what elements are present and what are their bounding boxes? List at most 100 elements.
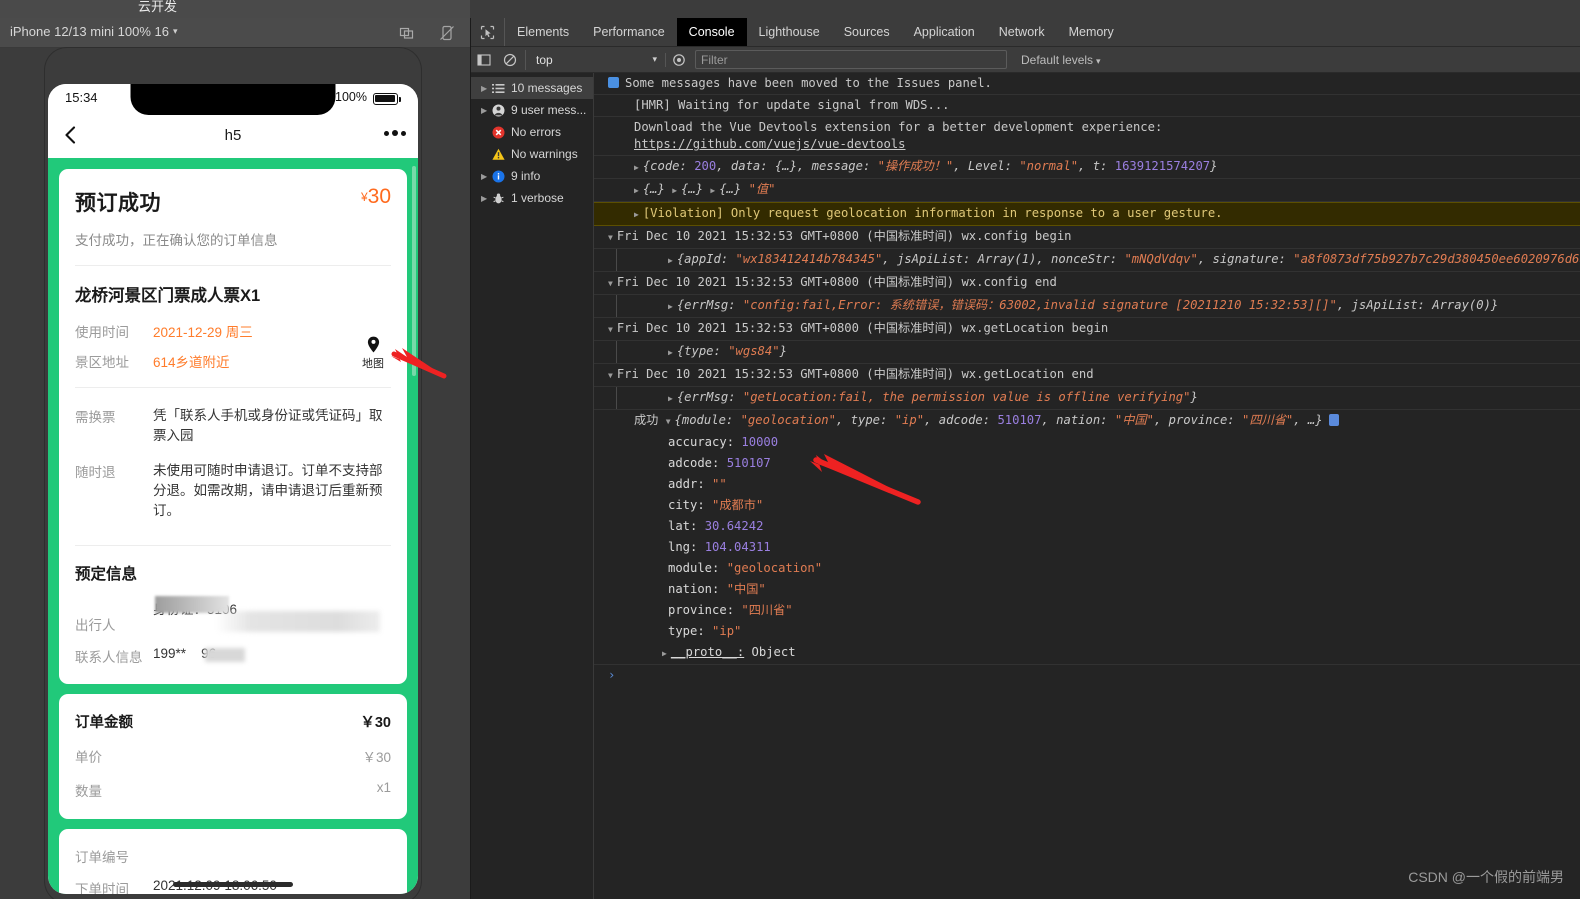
tab-network[interactable]: Network <box>987 18 1057 46</box>
more-menu-icon[interactable] <box>384 130 406 136</box>
console-line-getlocation-error[interactable]: ▶ {errMsg: "getLocation:fail, the permiss… <box>594 387 1580 410</box>
object-info-badge[interactable] <box>1328 414 1339 426</box>
console-toolbar: top ▾ Filter Default levels ▾ <box>471 47 1580 73</box>
product-name: 龙桥河景区门票成人票X1 <box>75 287 261 305</box>
chevron-right-icon[interactable]: ▶ <box>634 163 639 172</box>
console-line-api-response[interactable]: ▶ {code: 200, data: {…}, message: "操作成功！"… <box>594 156 1580 179</box>
console-prop-addr[interactable]: addr: "" <box>594 474 1580 495</box>
map-button[interactable]: 地图 <box>353 336 393 371</box>
clear-console-icon[interactable] <box>497 53 523 67</box>
chevron-down-icon[interactable]: ▼ <box>608 279 613 288</box>
chevron-right-icon[interactable]: ▶ <box>672 186 677 195</box>
chevron-down-icon[interactable]: ▼ <box>666 417 671 426</box>
console-line-wxconfig-error[interactable]: ▶ {errMsg: "config:fail,Error: 系统错误，错误码：6… <box>594 295 1580 318</box>
tab-memory[interactable]: Memory <box>1057 18 1126 46</box>
console-prop-adcode[interactable]: adcode: 510107 <box>594 453 1580 474</box>
tab-lighthouse[interactable]: Lighthouse <box>747 18 832 46</box>
chevron-right-icon[interactable]: ▶ <box>710 186 715 195</box>
sidebar-item-all-messages[interactable]: ▶ 10 messages <box>471 77 593 99</box>
chevron-right-icon[interactable]: ▶ <box>668 348 673 357</box>
app-scroll-area[interactable]: 预订成功 ¥30 支付成功，正在确认您的订单信息 龙桥河景区门票成人票X1 使用… <box>48 158 418 894</box>
term-key: 随时退 <box>75 464 116 480</box>
res-a: {module: <box>674 413 734 427</box>
live-expression-icon[interactable] <box>665 52 691 67</box>
tab-console[interactable]: Console <box>676 18 747 46</box>
chevron-right-icon[interactable]: ▶ <box>634 210 639 219</box>
chevron-right-icon[interactable]: ▶ <box>662 649 667 658</box>
execution-context-select[interactable]: top ▾ <box>525 49 665 70</box>
obj-data-key: , data: {…}, message: <box>716 159 871 173</box>
console-prompt[interactable]: › <box>594 665 1580 685</box>
console-line-wxconfig-args[interactable]: ▶ {appId: "wx183412414b784345", jsApiList… <box>594 249 1580 272</box>
console-line-text: wx.config end <box>961 275 1057 289</box>
amount-key: 数量 <box>75 784 102 800</box>
console-line-issues[interactable]: Some messages have been moved to the Iss… <box>594 73 1580 95</box>
log-levels-label: Default levels <box>1021 52 1094 67</box>
console-line-result-preview[interactable]: 成功 ▼ {module: "geolocation", type: "ip", … <box>594 410 1580 432</box>
chevron-right-icon[interactable]: ▶ <box>481 106 492 115</box>
chevron-right-icon[interactable]: ▶ <box>481 172 492 181</box>
console-prop-nation[interactable]: nation: "中国" <box>594 579 1580 600</box>
console-prop-province[interactable]: province: "四川省" <box>594 600 1580 621</box>
console-prop-type[interactable]: type: "ip" <box>594 621 1580 642</box>
console-line-getlocation-args[interactable]: ▶ {type: "wgs84"} <box>594 341 1580 364</box>
term-value: 凭「联系人手机或身份证或凭证码」取票入园 <box>153 408 383 444</box>
console-line-three-objects[interactable]: ▶ {…} ▶ {…} ▶ {…} "值" <box>594 179 1580 202</box>
cfg-signature: "a8f0873df75b927b7c29d380450ee6020976d6a… <box>1293 252 1580 266</box>
sidebar-item-info[interactable]: ▶ 9 info <box>471 165 593 187</box>
verbose-bug-icon <box>492 192 511 205</box>
console-line-hmr[interactable]: [HMR] Waiting for update signal from WDS… <box>594 95 1580 117</box>
console-line-wxconfig-end[interactable]: ▼ Fri Dec 10 2021 15:32:53 GMT+0800 (中国标准… <box>594 272 1580 295</box>
obj-code-value: 200 <box>694 159 717 173</box>
passenger-row: 出行人 身份证：5106 <box>59 592 407 638</box>
sidebar-item-verbose[interactable]: ▶ 1 verbose <box>471 187 593 209</box>
console-line-violation[interactable]: ▶ [Violation] Only request geolocation in… <box>594 202 1580 226</box>
tab-performance[interactable]: Performance <box>581 18 677 46</box>
chevron-right-icon[interactable]: ▶ <box>481 84 492 93</box>
chevron-right-icon[interactable]: ▶ <box>668 394 673 403</box>
row-key: 使用时间 <box>75 325 129 340</box>
chevron-right-icon[interactable]: ▶ <box>668 302 673 311</box>
home-indicator <box>173 882 293 887</box>
chevron-down-icon[interactable]: ▼ <box>608 371 613 380</box>
loc-b: } <box>779 344 787 358</box>
tab-sources[interactable]: Sources <box>832 18 902 46</box>
page-title: h5 <box>224 127 242 144</box>
term-row-exchange: 需换票 凭「联系人手机或身份证或凭证码」取票入园 <box>75 402 391 457</box>
console-prop-proto[interactable]: ▶ __proto__: Object <box>594 642 1580 665</box>
sidebar-item-warnings[interactable]: No warnings <box>471 143 593 165</box>
filter-input[interactable]: Filter <box>695 50 1007 69</box>
app-scrollbar[interactable] <box>412 166 416 376</box>
device-selector[interactable]: iPhone 12/13 mini 100% 16 ▾ <box>10 24 178 39</box>
chevron-right-icon[interactable]: ▶ <box>481 194 492 203</box>
battery-icon <box>373 93 401 105</box>
console-line-getlocation-end[interactable]: ▼ Fri Dec 10 2021 15:32:53 GMT+0800 (中国标准… <box>594 364 1580 387</box>
chevron-right-icon[interactable]: ▶ <box>634 186 639 195</box>
chevron-down-icon[interactable]: ▼ <box>608 233 613 242</box>
sidebar-item-user-messages[interactable]: ▶ 9 user mess... <box>471 99 593 121</box>
console-prop-lng[interactable]: lng: 104.04311 <box>594 537 1580 558</box>
rotate-icon[interactable] <box>438 24 456 42</box>
console-prop-city[interactable]: city: "成都市" <box>594 495 1580 516</box>
tab-elements[interactable]: Elements <box>505 18 581 46</box>
chevron-down-icon[interactable]: ▼ <box>608 325 613 334</box>
chevron-right-icon[interactable]: ▶ <box>668 256 673 265</box>
sidebar-item-errors[interactable]: No errors <box>471 121 593 143</box>
screencast-icon[interactable] <box>398 24 416 42</box>
console-prop-module[interactable]: module: "geolocation" <box>594 558 1580 579</box>
vue-devtools-link[interactable]: https://github.com/vuejs/vue-devtools <box>634 137 906 151</box>
console-prop-lat[interactable]: lat: 30.64242 <box>594 516 1580 537</box>
console-prop-accuracy[interactable]: accuracy: 10000 <box>594 432 1580 453</box>
tab-application[interactable]: Application <box>902 18 987 46</box>
log-levels-select[interactable]: Default levels ▾ <box>1021 53 1101 67</box>
res-d: , nation: <box>1041 413 1108 427</box>
amount-row-quantity: 数量 x1 <box>59 773 407 807</box>
inspect-element-icon[interactable] <box>471 18 505 46</box>
console-line-wxconfig-begin[interactable]: ▼ Fri Dec 10 2021 15:32:53 GMT+0800 (中国标准… <box>594 226 1580 249</box>
amount-row-unitprice: 单价 ￥30 <box>59 739 407 773</box>
console-output[interactable]: Some messages have been moved to the Iss… <box>594 73 1580 899</box>
console-line-vue-devtools[interactable]: Download the Vue Devtools extension for … <box>594 117 1580 156</box>
sidebar-toggle-icon[interactable] <box>471 53 497 67</box>
console-line-getlocation-begin[interactable]: ▼ Fri Dec 10 2021 15:32:53 GMT+0800 (中国标准… <box>594 318 1580 341</box>
browser-tab-title[interactable]: 云开发 <box>138 0 177 15</box>
